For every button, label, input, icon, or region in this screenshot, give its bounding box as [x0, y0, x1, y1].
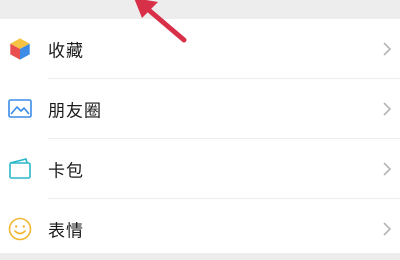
menu-item-label: 表情 — [48, 221, 84, 241]
settings-menu: 收藏 朋友圈 卡包 表情 — [0, 19, 400, 258]
menu-item-moments[interactable]: 朋友圈 — [0, 79, 400, 138]
bottom-gap — [0, 253, 400, 260]
top-gap — [0, 0, 400, 12]
chevron-right-icon — [383, 161, 392, 176]
smiley-icon — [8, 217, 32, 240]
menu-item-cards[interactable]: 卡包 — [0, 139, 400, 198]
menu-item-label: 收藏 — [48, 41, 84, 61]
menu-item-label: 卡包 — [48, 161, 84, 181]
menu-item-label: 朋友圈 — [48, 101, 102, 121]
chevron-right-icon — [383, 41, 392, 56]
image-icon — [8, 98, 32, 118]
cube-icon — [9, 37, 31, 60]
chevron-right-icon — [383, 221, 392, 236]
wallet-icon — [9, 157, 31, 179]
menu-item-favorites[interactable]: 收藏 — [0, 19, 400, 78]
menu-item-stickers[interactable]: 表情 — [0, 199, 400, 258]
chevron-right-icon — [383, 101, 392, 116]
